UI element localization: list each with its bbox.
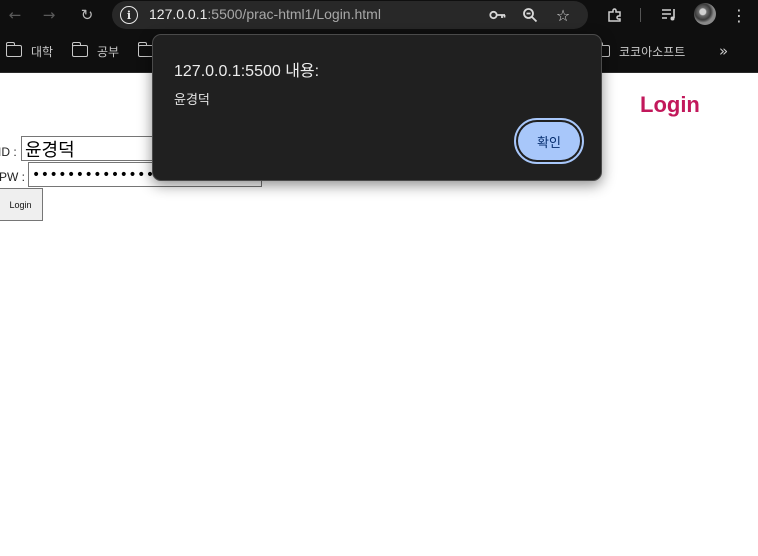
more-bookmarks-chevron-icon[interactable]: » [719, 42, 728, 60]
zoom-icon[interactable] [520, 5, 540, 25]
alert-dialog: 127.0.0.1:5500 내용: 윤경덕 확인 [152, 34, 602, 181]
bookmark-folder-1[interactable]: 대학 [5, 42, 54, 60]
url-host: 127.0.0.1 [149, 6, 208, 22]
pw-label: PW : [0, 170, 25, 184]
address-bar[interactable]: i 127.0.0.1:5500/prac-html1/Login.html ☆ [112, 1, 588, 29]
password-key-icon[interactable] [488, 5, 508, 25]
forward-arrow-icon[interactable]: → [38, 4, 60, 26]
url-path: :5500/prac-html1/Login.html [207, 6, 381, 22]
login-button[interactable]: Login [0, 188, 43, 221]
bookmark-star-icon[interactable]: ☆ [553, 5, 573, 25]
profile-avatar[interactable] [694, 3, 716, 25]
toolbar-divider [640, 8, 641, 22]
bookmark-label: 대학 [31, 44, 54, 59]
media-queue-icon[interactable] [658, 4, 680, 26]
url-text[interactable]: 127.0.0.1:5500/prac-html1/Login.html [149, 6, 381, 22]
menu-kebab-icon[interactable]: ⋮ [728, 4, 750, 26]
id-label: ID : [0, 145, 17, 159]
bookmark-label: 공부 [97, 44, 120, 59]
reload-icon[interactable]: ↻ [76, 4, 98, 26]
site-info-icon[interactable]: i [120, 6, 138, 24]
extensions-puzzle-icon[interactable] [604, 4, 626, 26]
bookmark-label: 코코아소프트 [619, 44, 686, 59]
dialog-message: 윤경덕 [174, 93, 210, 108]
ok-button-focus-ring: 확인 [514, 118, 584, 164]
browser-toolbar: ← → ↻ i 127.0.0.1:5500/prac-html1/Login.… [0, 0, 758, 30]
ok-button[interactable]: 확인 [518, 122, 580, 160]
dialog-title: 127.0.0.1:5500 내용: [174, 63, 320, 80]
folder-icon [5, 42, 22, 57]
back-arrow-icon[interactable]: ← [4, 4, 26, 26]
page-title: Login [640, 92, 700, 117]
bookmark-folder-4[interactable]: 코코아소프트 [593, 42, 686, 60]
bookmark-folder-2[interactable]: 공부 [71, 42, 120, 60]
folder-icon [71, 42, 88, 57]
